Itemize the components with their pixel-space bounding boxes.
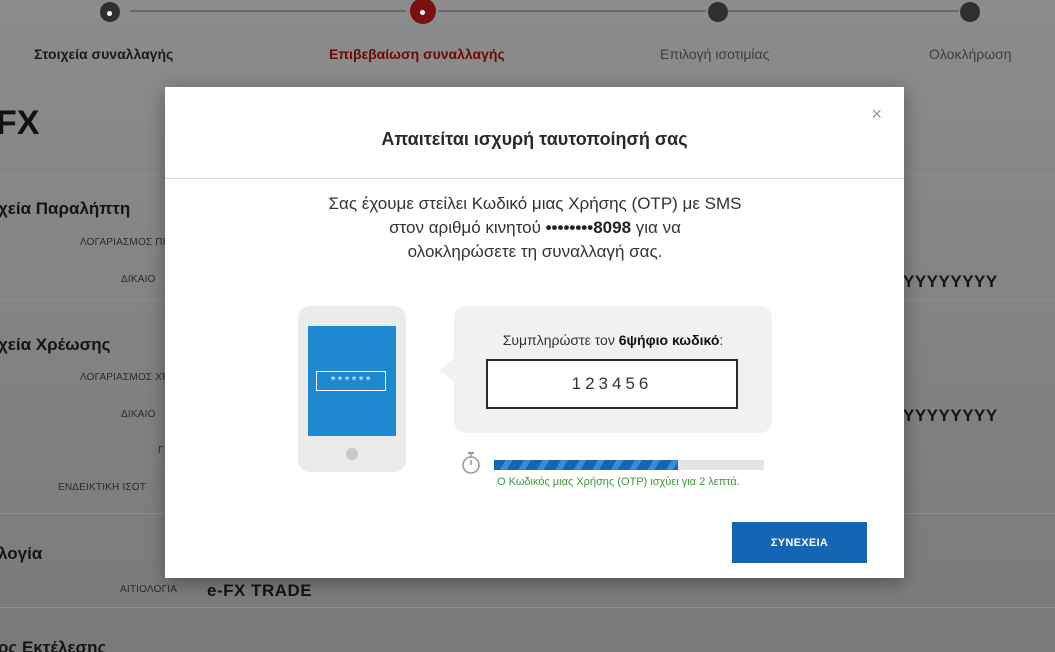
step-dot-2 — [410, 0, 436, 24]
prompt-text: Συμπληρώστε τον — [502, 332, 619, 348]
message-line-2: στον αριθμό κινητού ••••••••8098 για να — [255, 216, 815, 240]
phone-home-button — [346, 448, 358, 460]
close-icon[interactable]: × — [871, 105, 882, 123]
otp-input[interactable] — [486, 359, 738, 409]
field-label: ΛΟΓΑΡΙΑΣΜΟΣ ΧΡΕ — [80, 372, 176, 383]
masked-phone-number: ••••••••8098 — [545, 218, 632, 237]
phone-screen: ****** — [308, 326, 396, 436]
otp-timer-fill — [494, 460, 678, 470]
message-text: για να — [631, 218, 681, 237]
message-line-3: ολοκληρώσετε τη συναλλαγή σας. — [407, 242, 663, 261]
phone-illustration: ****** — [298, 306, 406, 472]
modal-header: Απαιτείται ισχυρή ταυτοποίησή σας × — [165, 87, 904, 179]
field-label: ΔΙΚΑΙΟ — [121, 409, 156, 420]
field-value: e-FX TRADE — [207, 581, 313, 600]
step-connector — [726, 10, 959, 12]
otp-prompt: Συμπληρώστε τον 6ψήφιο κωδικό: — [454, 332, 772, 348]
field-label: ΛΟΓΑΡΙΑΣΜΟΣ ΠΙΣΤ — [80, 237, 179, 248]
page-title: FX — [0, 104, 40, 142]
field-value: YYYYYYYY — [903, 272, 998, 291]
otp-message: Σας έχουμε στείλει Κωδικό μιας Χρήσης (O… — [255, 192, 815, 264]
message-text: στον αριθμό κινητού — [389, 218, 546, 237]
field-value: YYYYYYYY — [903, 406, 998, 425]
field-label: ΕΝΔΕΙΚΤΙΚΗ ΙΣΟΤ — [58, 482, 147, 493]
step-label-rate: Επιλογή ισοτιμίας — [660, 46, 770, 62]
message-line-1: Σας έχουμε στείλει Κωδικό μιας Χρήσης (O… — [328, 194, 742, 213]
divider — [0, 607, 1055, 608]
otp-entry-bubble: Συμπληρώστε τον 6ψήφιο κωδικό: — [440, 306, 772, 433]
modal-title: Απαιτείται ισχυρή ταυτοποίησή σας — [381, 129, 688, 149]
prompt-emphasis: 6ψήφιο κωδικό — [618, 332, 720, 348]
step-label-complete: Ολοκλήρωση — [929, 46, 1012, 62]
section-title-recipient: χεία Παραλήπτη — [0, 199, 131, 218]
step-label-details: Στοιχεία συναλλαγής — [34, 46, 174, 62]
otp-validity-note: Ο Κωδικός μιας Χρήσης (OTP) ισχύει για 2… — [497, 476, 740, 488]
section-title-debit: χεία Χρέωσης — [0, 335, 111, 354]
otp-modal: Απαιτείται ισχυρή ταυτοποίησή σας × Σας … — [165, 87, 904, 578]
field-label: Γ — [158, 445, 164, 456]
step-label-confirm: Επιβεβαίωση συναλλαγής — [329, 46, 505, 62]
field-label: ΔΙΚΑΙΟ — [121, 274, 156, 285]
step-connector — [130, 10, 406, 12]
progress-stepper: Στοιχεία συναλλαγής Επιβεβαίωση συναλλαγ… — [0, 0, 1055, 80]
section-title-reason: λογία — [0, 544, 43, 563]
continue-button[interactable]: ΣΥΝΕΧΕΙΑ — [732, 522, 867, 563]
stopwatch-icon — [462, 452, 480, 474]
step-dot-4 — [960, 2, 980, 22]
step-dot-3 — [708, 2, 728, 22]
prompt-text: : — [719, 332, 724, 348]
password-field-icon: ****** — [316, 371, 386, 391]
step-connector — [438, 10, 706, 12]
section-title-execution: ος Εκτέλεσης — [0, 638, 107, 652]
field-label: ΑΙΤΙΟΛΟΓΙΑ — [120, 584, 178, 595]
otp-timer-bar — [494, 460, 764, 470]
step-dot-1 — [100, 2, 120, 22]
